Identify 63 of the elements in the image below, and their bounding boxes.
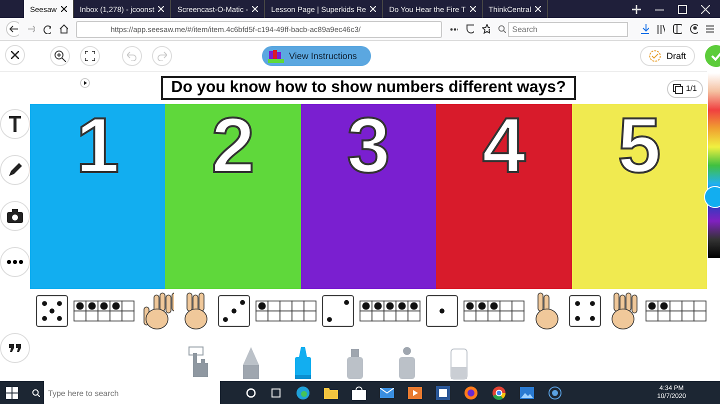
more-icon[interactable] (450, 28, 458, 30)
reload-icon[interactable] (43, 24, 52, 34)
ten-frame-card (645, 300, 707, 322)
menu-icon[interactable] (706, 24, 714, 34)
number-panel: 1 (30, 104, 166, 289)
more-icon[interactable] (0, 247, 30, 277)
pages-icon (672, 84, 683, 94)
ten-frame-card (359, 300, 421, 322)
view-instructions-button[interactable]: View Instructions (262, 46, 371, 66)
number-panel: 3 (300, 104, 436, 289)
home-icon[interactable] (59, 24, 68, 34)
firefox-icon[interactable] (464, 386, 478, 400)
die-card (426, 295, 458, 327)
photos-icon[interactable] (520, 387, 534, 399)
quote-icon[interactable] (0, 333, 30, 363)
chrome-icon[interactable] (492, 386, 506, 400)
die-card (569, 295, 601, 327)
app-logo (268, 49, 284, 63)
play-icon[interactable] (80, 78, 90, 88)
pages-button[interactable]: 1/1 (666, 80, 703, 98)
edge-icon[interactable] (296, 386, 310, 400)
close-icon (11, 51, 19, 59)
ten-frame-card (255, 300, 317, 322)
ten-frame-card (463, 300, 525, 322)
number-panel: 4 (436, 104, 572, 289)
windows-icon[interactable] (6, 387, 18, 399)
new-tab-icon[interactable] (632, 4, 641, 14)
die-card (36, 295, 68, 327)
task-view-icon[interactable] (270, 388, 282, 398)
die-card (218, 295, 250, 327)
draft-check-icon (649, 50, 662, 62)
fullscreen-icon[interactable] (80, 46, 100, 66)
taskbar-search-field[interactable]: Type here to search (44, 381, 220, 404)
recorder-icon[interactable] (548, 386, 562, 400)
download-icon[interactable] (641, 24, 650, 34)
pen-icon[interactable] (0, 155, 30, 185)
store-icon[interactable] (352, 386, 366, 400)
number-panel: 5 (572, 104, 708, 289)
close-icon[interactable] (60, 6, 67, 12)
mail-icon[interactable] (380, 388, 394, 398)
folder-icon[interactable] (324, 387, 338, 399)
sidebar-icon[interactable] (673, 24, 682, 34)
number-panel: 2 (165, 104, 301, 289)
die-card (322, 295, 354, 327)
close-button[interactable] (5, 45, 25, 65)
camera-icon[interactable] (0, 201, 30, 231)
canvas-title: Do you know how to show numbers different ways? (161, 76, 576, 100)
document-icon[interactable] (436, 386, 450, 400)
maximize-icon[interactable] (678, 4, 687, 14)
text-tool-icon[interactable] (0, 109, 30, 139)
library-icon[interactable] (657, 24, 666, 34)
zoom-in-icon[interactable] (50, 46, 70, 66)
search-field[interactable]: Search (508, 22, 628, 36)
star-icon[interactable] (482, 24, 490, 34)
media-icon[interactable] (408, 387, 422, 399)
draft-button[interactable]: Draft (640, 46, 695, 66)
check-icon (711, 51, 720, 61)
back-icon[interactable] (6, 21, 20, 37)
cortana-icon[interactable] (246, 388, 256, 398)
search-icon (498, 25, 506, 33)
account-icon[interactable] (690, 24, 698, 34)
ten-frame-card (73, 300, 135, 322)
search-icon (32, 389, 40, 397)
